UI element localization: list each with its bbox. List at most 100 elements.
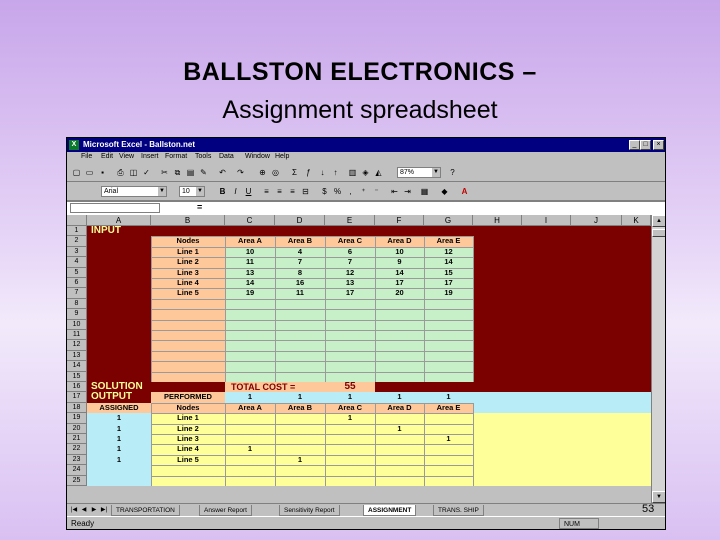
row-header-24[interactable]: 24 — [67, 465, 87, 476]
input-cost-cell[interactable]: 7 — [325, 257, 375, 267]
row-header-9[interactable]: 9 — [67, 309, 87, 320]
row-header-8[interactable]: 8 — [67, 298, 87, 310]
decrease-indent-icon[interactable]: ⇤ — [389, 186, 400, 197]
row-header-14[interactable]: 14 — [67, 361, 87, 372]
assignment-cell[interactable] — [275, 424, 325, 434]
align-left-icon[interactable]: ≡ — [261, 186, 272, 197]
maximize-button[interactable]: □ — [640, 140, 651, 150]
input-label[interactable]: INPUT — [87, 225, 151, 236]
redo-icon[interactable]: ↷ — [235, 167, 246, 178]
align-right-icon[interactable]: ≡ — [287, 186, 298, 197]
input-cost-cell[interactable]: 17 — [325, 288, 375, 298]
input-cost-cell[interactable]: 14 — [225, 278, 275, 288]
input-line-name[interactable]: Line 4 — [151, 278, 225, 288]
output-header[interactable]: Area A — [225, 403, 275, 413]
output-header[interactable]: Area B — [275, 403, 325, 413]
input-cost-cell[interactable]: 12 — [424, 247, 473, 257]
assignment-cell[interactable]: 1 — [325, 413, 375, 423]
assignment-cell[interactable]: 1 — [424, 434, 473, 444]
output-line-name[interactable]: Line 2 — [151, 424, 225, 434]
assignment-cell[interactable] — [225, 413, 275, 423]
row-header-11[interactable]: 11 — [67, 330, 87, 341]
input-header[interactable]: Area D — [375, 236, 424, 246]
font-color-icon[interactable]: A — [459, 186, 470, 197]
bold-icon[interactable]: B — [217, 186, 228, 197]
name-box[interactable] — [70, 203, 160, 213]
row-header-15[interactable]: 15 — [67, 371, 87, 382]
web-toolbar-icon[interactable]: ◎ — [270, 167, 281, 178]
output-line-name[interactable]: Line 3 — [151, 434, 225, 444]
borders-icon[interactable]: ▦ — [419, 186, 430, 197]
output-line-name[interactable]: Line 1 — [151, 413, 225, 423]
input-cost-cell[interactable]: 16 — [275, 278, 325, 288]
input-header[interactable]: Area B — [275, 236, 325, 246]
column-header-H[interactable]: H — [473, 215, 522, 226]
row-header-6[interactable]: 6 — [67, 278, 87, 289]
input-cost-cell[interactable]: 19 — [424, 288, 473, 298]
input-cost-cell[interactable]: 10 — [375, 247, 424, 257]
input-line-name[interactable]: Line 2 — [151, 257, 225, 267]
assignment-cell[interactable] — [325, 424, 375, 434]
row-header-25[interactable]: 25 — [67, 475, 87, 486]
drawing-icon[interactable]: ◭ — [373, 167, 384, 178]
total-cost-label[interactable]: TOTAL COST = — [225, 382, 325, 392]
input-cost-cell[interactable]: 20 — [375, 288, 424, 298]
input-cost-cell[interactable]: 9 — [375, 257, 424, 267]
output-header[interactable]: Area D — [375, 403, 424, 413]
vertical-scrollbar[interactable]: ▲ ▼ — [651, 215, 665, 503]
merge-center-icon[interactable]: ⊟ — [300, 186, 311, 197]
close-button[interactable]: × — [653, 140, 664, 150]
sheet-tab-trans-ship[interactable]: TRANS. SHIP — [433, 505, 484, 516]
scroll-down-icon[interactable]: ▼ — [652, 491, 665, 503]
performed-cell-value[interactable]: 1 — [325, 392, 375, 402]
font-name-combo[interactable]: Arial ▼ — [101, 186, 167, 197]
column-header-E[interactable]: E — [325, 215, 375, 226]
assignment-cell[interactable] — [275, 434, 325, 444]
menu-file[interactable]: File — [81, 153, 92, 160]
increase-indent-icon[interactable]: ⇥ — [402, 186, 413, 197]
performed-cell-value[interactable]: 1 — [275, 392, 325, 402]
new-icon[interactable]: ▢ — [71, 167, 82, 178]
sheet-tab-answer-report[interactable]: Answer Report — [199, 505, 252, 516]
input-header[interactable]: Area A — [225, 236, 275, 246]
last-sheet-icon[interactable]: ▶| — [99, 505, 109, 515]
row-header-23[interactable]: 23 — [67, 454, 87, 466]
assignment-cell[interactable] — [375, 444, 424, 454]
input-cost-cell[interactable]: 8 — [275, 268, 325, 278]
total-cost-value[interactable]: 55 — [325, 381, 375, 392]
select-all-corner[interactable] — [67, 215, 87, 226]
column-header-J[interactable]: J — [571, 215, 622, 226]
increase-decimal-icon[interactable]: ⁺ — [358, 186, 369, 197]
assignment-cell[interactable] — [424, 424, 473, 434]
assignment-cell[interactable] — [225, 424, 275, 434]
row-header-12[interactable]: 12 — [67, 340, 87, 351]
menu-insert[interactable]: Insert — [141, 153, 159, 160]
input-cost-cell[interactable]: 19 — [225, 288, 275, 298]
assignment-cell[interactable] — [375, 434, 424, 444]
hyperlink-icon[interactable]: ⊕ — [257, 167, 268, 178]
scroll-up-icon[interactable]: ▲ — [652, 215, 665, 227]
input-cost-cell[interactable]: 13 — [225, 268, 275, 278]
menu-help[interactable]: Help — [275, 153, 289, 160]
column-header-C[interactable]: C — [225, 215, 275, 226]
font-size-combo[interactable]: 10 ▼ — [179, 186, 205, 197]
input-line-name[interactable]: Line 3 — [151, 268, 225, 278]
chart-wizard-icon[interactable]: ▥ — [347, 167, 358, 178]
sheet-tab-transportation[interactable]: TRANSPORTATION — [111, 505, 180, 516]
row-header-4[interactable]: 4 — [67, 257, 87, 268]
input-cost-cell[interactable]: 14 — [375, 268, 424, 278]
print-icon[interactable]: ⎙ — [115, 167, 126, 178]
input-cost-cell[interactable]: 14 — [424, 257, 473, 267]
menu-data[interactable]: Data — [219, 153, 234, 160]
assigned-value[interactable]: 1 — [87, 434, 151, 444]
output-header[interactable]: Area C — [325, 403, 375, 413]
column-header-F[interactable]: F — [375, 215, 424, 226]
underline-icon[interactable]: U — [243, 186, 254, 197]
menu-window[interactable]: Window — [245, 153, 270, 160]
comma-icon[interactable]: , — [345, 186, 356, 197]
minimize-button[interactable]: _ — [629, 140, 640, 150]
assignment-cell[interactable]: 1 — [375, 424, 424, 434]
row-header-17[interactable]: 17 — [67, 392, 87, 403]
formula-equals-icon[interactable]: = — [197, 202, 202, 212]
percent-icon[interactable]: % — [332, 186, 343, 197]
